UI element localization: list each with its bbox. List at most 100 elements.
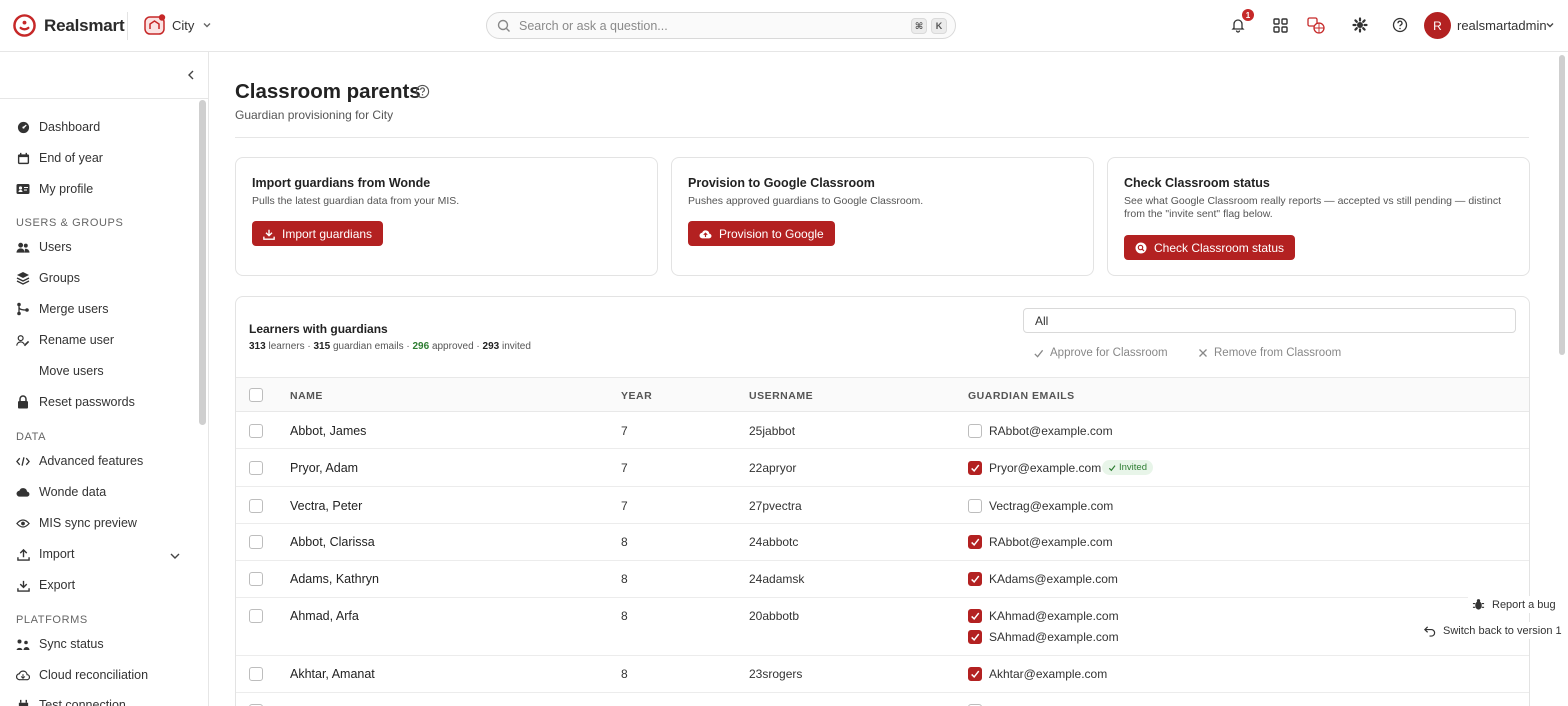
check-classroom-status-card: Check Classroom status See what Google C… bbox=[1107, 157, 1530, 276]
sidebar-item-sync-status[interactable]: Sync status bbox=[16, 637, 104, 651]
sidebar-item-advanced-features[interactable]: Advanced features bbox=[16, 454, 143, 468]
sidebar-item-end-of-year[interactable]: End of year bbox=[16, 151, 103, 165]
remove-from-classroom-button[interactable]: Remove from Classroom bbox=[1198, 347, 1341, 359]
import-guardians-button[interactable]: Import guardians bbox=[252, 221, 384, 246]
column-header-guardian-emails[interactable]: GUARDIAN EMAILS bbox=[968, 390, 1075, 402]
learner-username: 27pvectra bbox=[749, 499, 802, 513]
help-circle-icon[interactable] bbox=[415, 84, 430, 99]
guardian-email: KAhmad@example.com bbox=[989, 609, 1119, 623]
row-select-checkbox[interactable] bbox=[249, 572, 263, 586]
avatar[interactable]: R bbox=[1424, 12, 1451, 39]
approve-for-classroom-button[interactable]: Approve for Classroom bbox=[1033, 347, 1168, 359]
table-row bbox=[236, 693, 1529, 706]
search-icon bbox=[497, 19, 511, 33]
emails-count: 315 bbox=[313, 341, 331, 352]
sidebar-item-mis-sync-preview[interactable]: MIS sync preview bbox=[16, 516, 137, 530]
sidebar-item-reset-passwords[interactable]: Reset passwords bbox=[16, 395, 135, 409]
brand[interactable]: Realsmart bbox=[13, 14, 125, 37]
sidebar-item-import[interactable]: Import bbox=[16, 547, 74, 561]
sidebar-item-my-profile[interactable]: My profile bbox=[16, 182, 93, 196]
sidebar-item-dashboard[interactable]: Dashboard bbox=[16, 120, 100, 134]
sidebar-item-merge-users[interactable]: Merge users bbox=[16, 302, 108, 316]
header-divider bbox=[235, 137, 1529, 138]
sidebar-scrollbar[interactable] bbox=[199, 100, 206, 425]
learner-username: 20abbotb bbox=[749, 609, 800, 623]
column-header-name[interactable]: NAME bbox=[290, 390, 323, 402]
filter-select[interactable]: All bbox=[1023, 308, 1516, 333]
sidebar-item-rename-user[interactable]: Rename user bbox=[16, 333, 114, 347]
language-globe-icon[interactable] bbox=[1306, 15, 1326, 35]
guardian-approve-checkbox[interactable] bbox=[968, 572, 982, 586]
sidebar-item-users[interactable]: Users bbox=[16, 240, 72, 254]
guardian-approve-checkbox[interactable] bbox=[968, 499, 982, 513]
chevron-down-icon[interactable] bbox=[168, 549, 182, 563]
brand-name: Realsmart bbox=[44, 15, 125, 35]
import-guardians-card: Import guardians from Wonde Pulls the la… bbox=[235, 157, 658, 276]
sidebar-item-label: Move users bbox=[39, 364, 104, 378]
row-select-checkbox[interactable] bbox=[249, 424, 263, 438]
guardian-approve-checkbox[interactable] bbox=[968, 609, 982, 623]
row-select-checkbox[interactable] bbox=[249, 667, 263, 681]
learner-name: Akhtar, Amanat bbox=[290, 667, 375, 681]
cloud-icon bbox=[16, 485, 30, 499]
user-name[interactable]: realsmartadmin bbox=[1457, 18, 1547, 33]
guardian-approve-checkbox[interactable] bbox=[968, 424, 982, 438]
chevron-down-icon[interactable] bbox=[1543, 18, 1557, 32]
guardian-approve-checkbox[interactable] bbox=[968, 667, 982, 681]
sidebar-item-test-connection[interactable]: Test connection bbox=[16, 698, 126, 706]
school-switcher[interactable]: City bbox=[144, 14, 214, 36]
sidebar-item-groups[interactable]: Groups bbox=[16, 271, 80, 285]
sidebar-item-wonde-data[interactable]: Wonde data bbox=[16, 485, 106, 499]
learner-name: Pryor, Adam bbox=[290, 461, 359, 475]
search-input[interactable]: Search or ask a question... ⌘ K bbox=[486, 12, 956, 39]
main-content: Classroom parents Guardian provisioning … bbox=[210, 52, 1556, 706]
guardian-approve-checkbox[interactable] bbox=[968, 630, 982, 644]
section-data: DATA bbox=[16, 431, 47, 443]
table-row: Ahmad, Arfa 8 20abbotb KAhmad@example.co… bbox=[236, 598, 1529, 656]
row-select-checkbox[interactable] bbox=[249, 535, 263, 549]
collapse-sidebar-icon[interactable] bbox=[184, 68, 198, 82]
button-label: Check Classroom status bbox=[1154, 240, 1285, 255]
row-select-checkbox[interactable] bbox=[249, 609, 263, 623]
learner-year: 8 bbox=[621, 572, 628, 586]
button-label: Remove from Classroom bbox=[1214, 347, 1342, 359]
realsmart-logo-icon bbox=[13, 14, 36, 37]
check-classroom-status-button[interactable]: Check Classroom status bbox=[1124, 235, 1296, 260]
download-icon bbox=[263, 228, 275, 240]
table-header: NAME YEAR USERNAME GUARDIAN EMAILS bbox=[236, 377, 1529, 412]
card-description: Pushes approved guardians to Google Clas… bbox=[688, 195, 924, 207]
table-stats: 313 learners · 315 guardian emails · 296… bbox=[249, 341, 531, 352]
report-bug-button[interactable]: Report a bug bbox=[1468, 596, 1560, 613]
row-select-checkbox[interactable] bbox=[249, 499, 263, 513]
sidebar-item-export[interactable]: Export bbox=[16, 578, 75, 592]
sidebar-item-cloud-reconciliation[interactable]: Cloud reconciliation bbox=[16, 668, 148, 682]
sidebar-item-label: Rename user bbox=[39, 333, 115, 347]
sidebar-item-move-users[interactable]: Move users bbox=[16, 364, 104, 378]
provision-to-google-button[interactable]: Provision to Google bbox=[688, 221, 835, 246]
invited-label: invited bbox=[502, 341, 531, 352]
section-users-groups: USERS & GROUPS bbox=[16, 217, 124, 229]
guardian-approve-checkbox[interactable] bbox=[968, 535, 982, 549]
learners-count: 313 bbox=[249, 341, 266, 352]
row-select-checkbox[interactable] bbox=[249, 461, 263, 475]
sidebar-item-label: My profile bbox=[39, 182, 94, 196]
column-header-year[interactable]: YEAR bbox=[621, 390, 652, 402]
table-row: Abbot, Clarissa 8 24abbotc RAbbot@exampl… bbox=[236, 524, 1529, 561]
main-scrollbar[interactable] bbox=[1559, 55, 1565, 355]
sidebar-item-label: Wonde data bbox=[39, 485, 107, 499]
apps-grid-icon[interactable] bbox=[1270, 15, 1290, 35]
badge-label: Invited bbox=[1119, 462, 1147, 473]
table-row: Adams, Kathryn 8 24adamsk KAdams@example… bbox=[236, 561, 1529, 598]
button-label: Approve for Classroom bbox=[1050, 347, 1168, 359]
guardian-approve-checkbox[interactable] bbox=[968, 461, 982, 475]
help-circle-icon[interactable] bbox=[1390, 15, 1410, 35]
switch-back-version-button[interactable]: Switch back to version 1 bbox=[1419, 622, 1566, 639]
table-title: Learners with guardians bbox=[249, 322, 388, 336]
column-header-username[interactable]: USERNAME bbox=[749, 390, 813, 402]
select-all-checkbox[interactable] bbox=[249, 388, 263, 402]
settings-gear-icon[interactable] bbox=[1350, 15, 1370, 35]
upload-icon bbox=[16, 547, 30, 561]
learner-year: 8 bbox=[621, 609, 628, 623]
invited-badge: Invited bbox=[1102, 460, 1153, 475]
sidebar-item-label: Dashboard bbox=[39, 120, 101, 134]
